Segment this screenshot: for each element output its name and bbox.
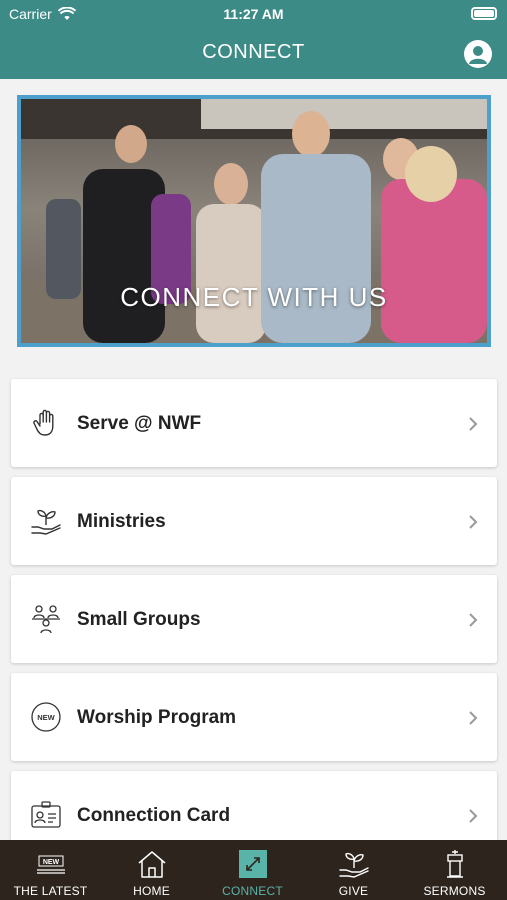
tab-give[interactable]: GIVE <box>303 840 404 900</box>
tab-label: SERMONS <box>423 884 486 898</box>
tab-label: GIVE <box>338 884 369 898</box>
new-sign-icon: NEW <box>36 855 65 874</box>
tab-connect[interactable]: CONNECT <box>202 840 303 900</box>
tab-sermons[interactable]: SERMONS <box>404 840 505 900</box>
new-badge-icon: NEW <box>31 702 61 732</box>
menu-item-label: Connection Card <box>77 805 231 826</box>
menu-item-label: Ministries <box>77 511 166 532</box>
wifi-icon <box>57 7 76 20</box>
chevron-right-icon <box>469 515 478 529</box>
menu-item-small-groups[interactable]: Small Groups <box>11 575 497 663</box>
connect-menu: Serve @ NWF Ministries Small Groups NEW … <box>11 379 497 869</box>
banner-title: CONNECT WITH US <box>120 282 388 312</box>
id-card-icon <box>31 801 61 828</box>
menu-item-label: Worship Program <box>77 707 237 728</box>
people-group-icon <box>32 605 60 634</box>
carrier-label: Carrier <box>9 6 52 22</box>
tab-home[interactable]: HOME <box>101 840 202 900</box>
tab-label: THE LATEST <box>13 884 88 898</box>
menu-item-worship-program[interactable]: NEW Worship Program <box>11 673 497 761</box>
tab-label: CONNECT <box>222 884 283 898</box>
tab-bar: NEW THE LATEST HOME CONNECT GIVE SERMONS <box>0 840 507 900</box>
hand-icon <box>33 409 54 436</box>
menu-item-label: Serve @ NWF <box>77 413 202 434</box>
menu-item-ministries[interactable]: Ministries <box>11 477 497 565</box>
chevron-right-icon <box>469 417 478 431</box>
battery-icon <box>471 7 497 20</box>
connect-banner[interactable]: CONNECT WITH US <box>17 95 491 347</box>
menu-item-label: Small Groups <box>77 609 201 630</box>
tab-label: HOME <box>133 884 170 898</box>
new-badge-text: NEW <box>37 713 55 722</box>
home-icon <box>138 851 165 878</box>
page-title: CONNECT <box>202 41 305 63</box>
profile-button[interactable] <box>464 40 492 68</box>
menu-item-serve[interactable]: Serve @ NWF <box>11 379 497 467</box>
chevron-right-icon <box>469 613 478 627</box>
user-icon <box>469 46 487 64</box>
plant-hand-icon <box>31 509 61 535</box>
tab-the-latest[interactable]: NEW THE LATEST <box>0 840 101 900</box>
give-icon <box>338 852 369 878</box>
connect-icon <box>238 850 267 878</box>
new-sign-text: NEW <box>42 859 59 866</box>
chevron-right-icon <box>469 711 478 725</box>
status-bar: Carrier 11:27 AM <box>0 0 507 28</box>
status-time: 11:27 AM <box>223 6 284 22</box>
pulpit-icon <box>446 850 463 878</box>
app-header: Carrier 11:27 AM CONNECT <box>0 0 507 79</box>
banner-photo: CONNECT WITH US <box>21 99 487 343</box>
chevron-right-icon <box>469 809 478 823</box>
carrier-indicator: Carrier <box>9 6 76 22</box>
